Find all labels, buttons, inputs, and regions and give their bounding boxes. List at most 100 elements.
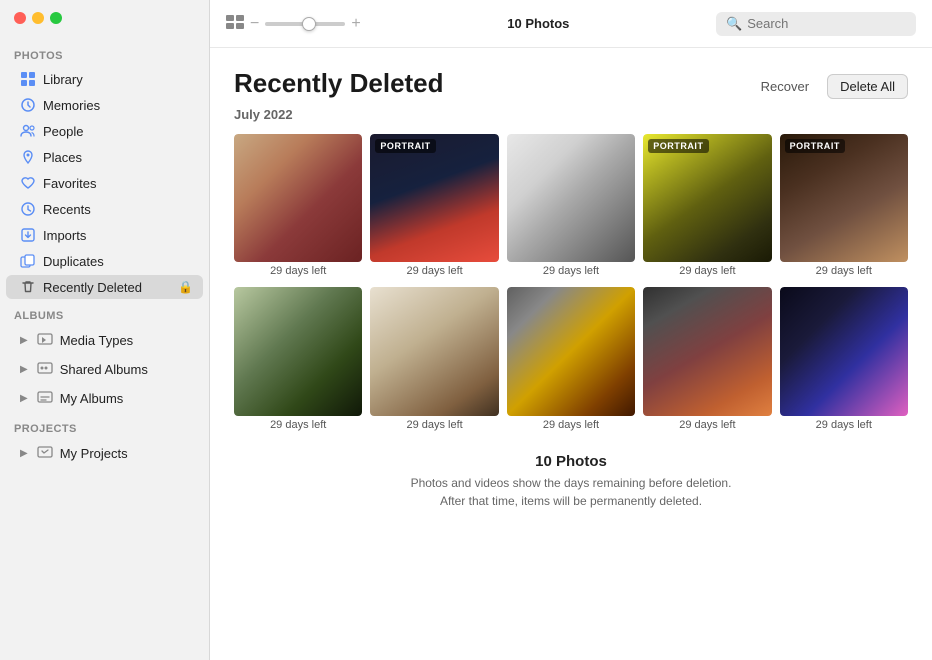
portrait-badge-4: PORTRAIT	[648, 139, 708, 153]
sidebar-item-label-library: Library	[43, 72, 193, 87]
page-title: Recently Deleted	[234, 68, 444, 99]
search-icon: 🔍	[726, 16, 742, 32]
trash-icon	[20, 279, 36, 295]
sidebar-item-my-projects[interactable]: ▶ My Projects	[6, 440, 203, 467]
close-button[interactable]	[14, 12, 26, 24]
sidebar-item-label-recents: Recents	[43, 202, 193, 217]
traffic-lights	[14, 12, 62, 24]
sidebar-item-label-media-types: Media Types	[60, 333, 133, 348]
grid-icon	[20, 71, 36, 87]
photo-item-1[interactable]: 29 days left	[234, 134, 362, 279]
recents-icon	[20, 201, 36, 217]
sidebar-item-media-types[interactable]: ▶ Media Types	[6, 327, 203, 354]
photo-thumb-8	[507, 287, 635, 415]
toolbar-left: − +	[226, 15, 361, 33]
lock-icon: 🔒	[178, 280, 193, 294]
sidebar-item-label-memories: Memories	[43, 98, 193, 113]
minimize-button[interactable]	[32, 12, 44, 24]
chevron-right-icon-4: ▶	[20, 448, 28, 459]
photo-item-6[interactable]: 29 days left	[234, 287, 362, 432]
sidebar-item-shared-albums[interactable]: ▶ Shared Albums	[6, 356, 203, 383]
portrait-badge-2: PORTRAIT	[375, 139, 435, 153]
media-types-icon	[37, 331, 53, 350]
duplicates-icon	[20, 253, 36, 269]
projects-section-label: Projects	[0, 413, 209, 439]
shared-albums-icon	[37, 360, 53, 379]
search-bar[interactable]: 🔍	[716, 12, 916, 36]
sidebar-item-label-shared-albums: Shared Albums	[60, 362, 148, 377]
photo-thumb-10	[780, 287, 908, 415]
photo-item-2[interactable]: PORTRAIT 29 days left	[370, 134, 498, 279]
sidebar-item-label-imports: Imports	[43, 228, 193, 243]
content-header: Recently Deleted Recover Delete All	[234, 68, 908, 99]
photo-caption-10: 29 days left	[780, 416, 908, 433]
photo-caption-4: 29 days left	[643, 262, 771, 279]
photo-item-9[interactable]: 29 days left	[643, 287, 771, 432]
albums-section-label: Albums	[0, 300, 209, 326]
photo-caption-6: 29 days left	[234, 416, 362, 433]
sidebar-item-label-places: Places	[43, 150, 193, 165]
photo-item-4[interactable]: PORTRAIT 29 days left	[643, 134, 771, 279]
zoom-minus: −	[250, 15, 259, 33]
photo-thumb-3	[507, 134, 635, 262]
sidebar-item-duplicates[interactable]: Duplicates	[6, 249, 203, 273]
chevron-right-icon-3: ▶	[20, 393, 28, 404]
view-icon	[226, 15, 244, 32]
photos-section-label: Photos	[0, 40, 209, 66]
people-icon	[20, 123, 36, 139]
photo-item-8[interactable]: 29 days left	[507, 287, 635, 432]
zoom-slider[interactable]	[265, 22, 345, 26]
sidebar-item-places[interactable]: Places	[6, 145, 203, 169]
photo-count-label: 10 Photos	[507, 16, 569, 31]
photo-caption-3: 29 days left	[507, 262, 635, 279]
my-projects-icon	[37, 444, 53, 463]
fullscreen-button[interactable]	[50, 12, 62, 24]
portrait-badge-5: PORTRAIT	[785, 139, 845, 153]
search-input[interactable]	[747, 16, 906, 31]
sidebar-item-library[interactable]: Library	[6, 67, 203, 91]
zoom-plus: +	[351, 15, 360, 33]
recover-button[interactable]: Recover	[751, 75, 819, 98]
photo-caption-5: 29 days left	[780, 262, 908, 279]
photo-thumb-5: PORTRAIT	[780, 134, 908, 262]
photo-caption-1: 29 days left	[234, 262, 362, 279]
toolbar-right: 🔍	[716, 12, 916, 36]
sidebar-item-label-recently-deleted: Recently Deleted	[43, 280, 171, 295]
photo-item-10[interactable]: 29 days left	[780, 287, 908, 432]
photo-thumb-4: PORTRAIT	[643, 134, 771, 262]
sidebar-item-favorites[interactable]: Favorites	[6, 171, 203, 195]
sidebar-item-recents[interactable]: Recents	[6, 197, 203, 221]
toolbar: − + 10 Photos 🔍	[210, 0, 932, 48]
main-content: − + 10 Photos 🔍 Recently Deleted Recover…	[210, 0, 932, 660]
photo-caption-8: 29 days left	[507, 416, 635, 433]
sidebar-item-label-people: People	[43, 124, 193, 139]
sidebar-item-label-favorites: Favorites	[43, 176, 193, 191]
sidebar-item-people[interactable]: People	[6, 119, 203, 143]
photo-caption-2: 29 days left	[370, 262, 498, 279]
sidebar-item-label-my-albums: My Albums	[60, 391, 124, 406]
sidebar-item-imports[interactable]: Imports	[6, 223, 203, 247]
photo-caption-9: 29 days left	[643, 416, 771, 433]
photo-thumb-9	[643, 287, 771, 415]
heart-icon	[20, 175, 36, 191]
sidebar-item-label-my-projects: My Projects	[60, 446, 128, 461]
photo-item-3[interactable]: 29 days left	[507, 134, 635, 279]
toolbar-center: 10 Photos	[371, 16, 706, 31]
sidebar-item-recently-deleted[interactable]: Recently Deleted 🔒	[6, 275, 203, 299]
footer-count: 10 Photos	[234, 453, 908, 470]
sidebar-item-my-albums[interactable]: ▶ My Albums	[6, 385, 203, 412]
photo-item-5[interactable]: PORTRAIT 29 days left	[780, 134, 908, 279]
delete-all-button[interactable]: Delete All	[827, 74, 908, 99]
places-icon	[20, 149, 36, 165]
footer-description: Photos and videos show the days remainin…	[234, 474, 908, 510]
memories-icon	[20, 97, 36, 113]
photo-item-7[interactable]: 29 days left	[370, 287, 498, 432]
my-albums-icon	[37, 389, 53, 408]
content-area: Recently Deleted Recover Delete All July…	[210, 48, 932, 660]
sidebar: Photos Library Memories People Places Fa…	[0, 0, 210, 660]
section-date: July 2022	[234, 107, 908, 122]
chevron-right-icon-2: ▶	[20, 364, 28, 375]
photo-thumb-7	[370, 287, 498, 415]
sidebar-item-memories[interactable]: Memories	[6, 93, 203, 117]
footer-info: 10 Photos Photos and videos show the day…	[234, 453, 908, 530]
